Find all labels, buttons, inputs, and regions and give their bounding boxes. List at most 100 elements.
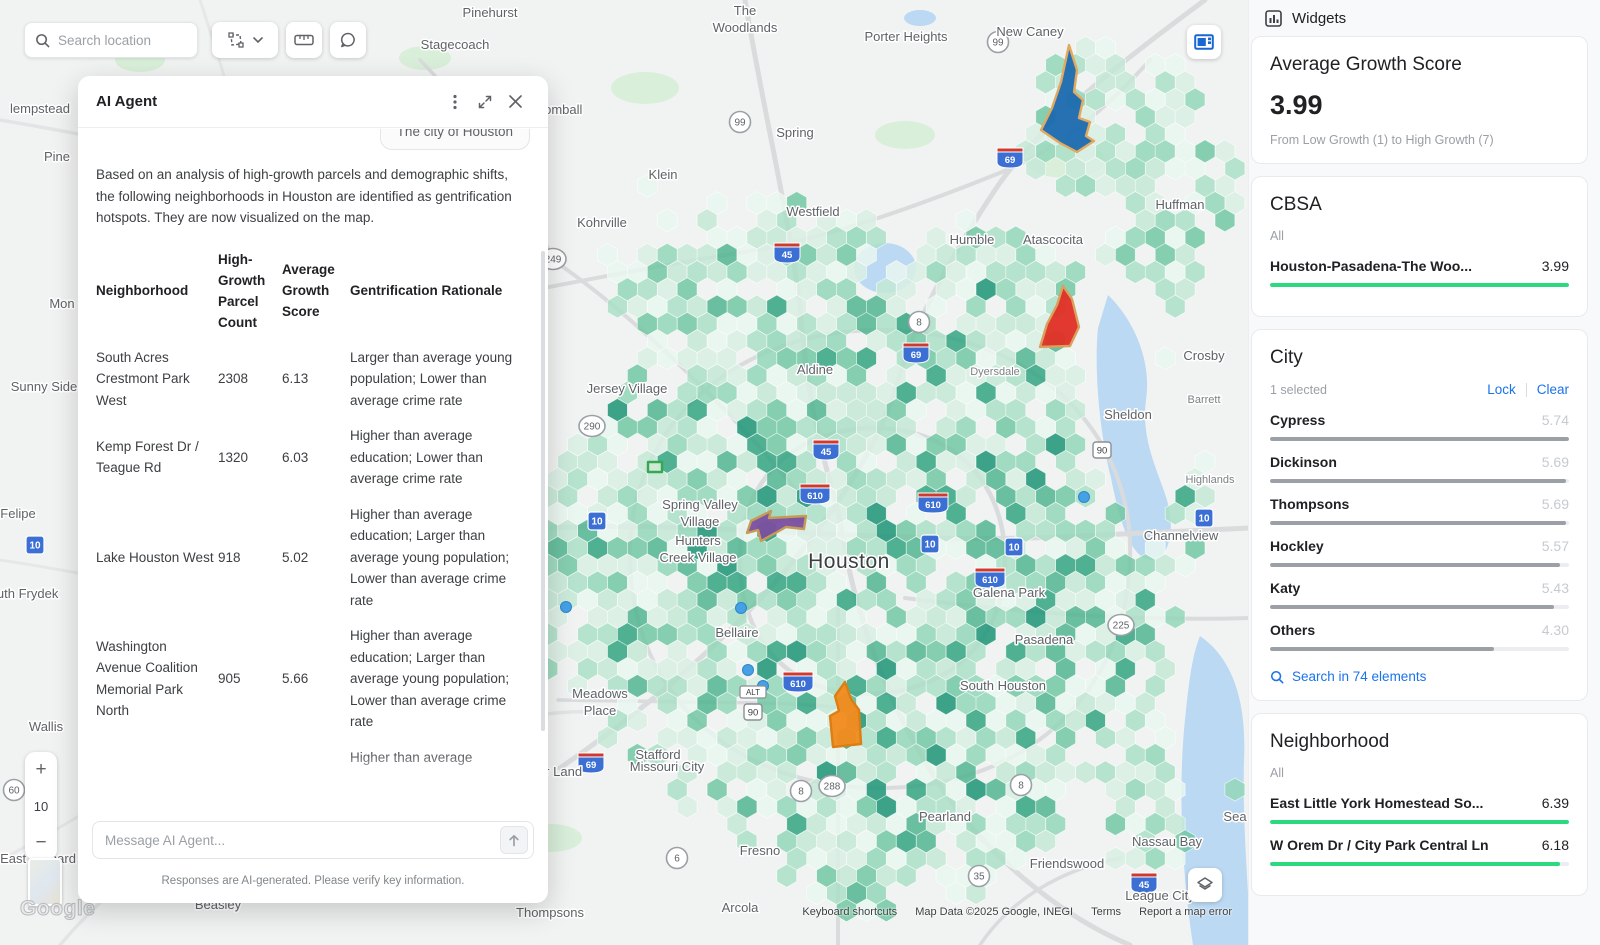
ai-agent-conversation[interactable]: The city of Houston Based on an analysis… [78, 129, 548, 791]
svg-text:90: 90 [748, 708, 759, 719]
table-cell: Kemp Forest Dr / Teague Rd [96, 417, 214, 496]
send-arrow-icon [508, 834, 520, 847]
map-label: Spring [776, 125, 814, 140]
metric-row[interactable]: Hockley5.57 [1270, 538, 1569, 567]
map-label: Dyersdale [970, 366, 1020, 378]
map-label: South Houston [960, 678, 1046, 693]
svg-text:8: 8 [1018, 781, 1024, 792]
neighborhood-card: Neighborhood All East Little York Homest… [1251, 713, 1588, 896]
road-shield-225: 225 [1108, 615, 1134, 636]
map-label: Houston [808, 550, 890, 573]
road-shield-99: 99 [730, 112, 751, 133]
app-root: 9999249290456969456106106106106945101010… [0, 0, 1600, 945]
city-lock-link[interactable]: Lock [1487, 382, 1516, 397]
city-clear-link[interactable]: Clear [1537, 382, 1569, 397]
cbsa-title: CBSA [1270, 194, 1569, 216]
map-dot[interactable] [561, 602, 572, 613]
road-shield-35: 35 [969, 866, 990, 887]
map-label: outh Frydek [0, 586, 59, 601]
metric-row[interactable]: Houston-Pasadena-The Woo...3.99 [1270, 258, 1569, 287]
road-shield-10: 10 [588, 512, 606, 530]
widgets-header: Widgets [1251, 0, 1588, 36]
metric-value: 5.74 [1542, 412, 1569, 428]
layers-button[interactable] [1188, 868, 1222, 902]
map-label: Sea [1223, 809, 1247, 824]
metric-row[interactable]: East Little York Homestead So... 6.39 [1270, 795, 1569, 824]
measure-button[interactable] [286, 22, 322, 58]
metric-row[interactable]: Others4.30 [1270, 622, 1569, 651]
metric-value: 6.39 [1542, 795, 1569, 811]
keyboard-shortcuts-link[interactable]: Keyboard shortcuts [802, 906, 897, 918]
metric-name: Katy [1270, 580, 1300, 596]
water-body [904, 10, 936, 26]
ai-message-input-bar [92, 821, 534, 859]
panel-layout-icon [1194, 34, 1214, 50]
zoom-in-button[interactable]: + [35, 760, 46, 779]
expand-icon [478, 95, 492, 109]
map-label: Creek Village [659, 550, 736, 565]
draw-polygon-button[interactable] [212, 22, 278, 58]
road-shield-10: 10 [1195, 509, 1213, 527]
metric-row[interactable]: W Orem Dr / City Park Central Ln6.18 [1270, 837, 1569, 866]
map-label: Klein [649, 167, 678, 182]
metric-name: Cypress [1270, 412, 1325, 428]
close-icon [509, 95, 522, 108]
map-label: League City [1125, 888, 1195, 903]
table-cell: 918 [218, 496, 278, 618]
toggle-widgets-panel-button[interactable] [1187, 25, 1221, 59]
map-label: Mon [49, 296, 74, 311]
metric-row[interactable]: Dickinson5.69 [1270, 454, 1569, 483]
widgets-sidebar: Widgets Average Growth Score 3.99 From L… [1248, 0, 1600, 945]
ai-message-input[interactable] [105, 833, 492, 848]
metric-name: East Little York Homestead So... [1270, 795, 1483, 811]
highlight-polygon-green[interactable] [648, 462, 662, 472]
park-area [611, 72, 679, 104]
ai-agent-header: AI Agent [78, 76, 548, 128]
svg-text:45: 45 [821, 447, 832, 458]
search-icon [1270, 670, 1284, 684]
search-input[interactable] [58, 33, 178, 48]
metric-row[interactable]: Cypress 5.74 [1270, 412, 1569, 441]
ai-panel-scrollbar[interactable] [541, 251, 545, 731]
svg-text:6: 6 [674, 854, 680, 865]
table-cell [218, 739, 278, 775]
table-cell: 1320 [218, 417, 278, 496]
map-label: Highlands [1186, 474, 1235, 486]
close-button[interactable] [500, 87, 530, 117]
map-label: Spring Valley [662, 497, 738, 512]
svg-text:10: 10 [29, 541, 41, 552]
map-dot[interactable] [736, 603, 747, 614]
map-dot[interactable] [1079, 492, 1090, 503]
metric-row[interactable]: Thompsons5.69 [1270, 496, 1569, 525]
svg-text:288: 288 [824, 782, 841, 793]
road-shield-8: 8 [909, 312, 930, 333]
map-label: Channelview [1144, 528, 1219, 543]
zoom-out-button[interactable]: − [35, 833, 46, 852]
map-label: Nassau Bay [1132, 834, 1203, 849]
chat-button[interactable] [330, 22, 366, 58]
report-error-link[interactable]: Report a map error [1139, 906, 1232, 918]
metric-bar [1270, 647, 1569, 651]
search-box[interactable] [24, 22, 198, 58]
city-search-link[interactable]: Search in 74 elements [1270, 669, 1569, 684]
map-label: Crosby [1183, 348, 1225, 363]
send-button[interactable] [500, 826, 528, 854]
terms-link[interactable]: Terms [1091, 906, 1121, 918]
metric-row[interactable]: Katy5.43 [1270, 580, 1569, 609]
cbsa-rows: Houston-Pasadena-The Woo...3.99 [1270, 258, 1569, 287]
expand-button[interactable] [470, 87, 500, 117]
map-label: Pine [44, 149, 70, 164]
road-shield-69: 69 [903, 343, 929, 363]
park-area [875, 121, 935, 149]
map-dot[interactable] [743, 665, 754, 676]
table-cell: 6.13 [282, 339, 346, 418]
metric-name: Hockley [1270, 538, 1324, 554]
map-label: Place [584, 703, 617, 718]
table-cell: Higher than average education; Larger th… [350, 617, 530, 739]
metric-bar [1270, 479, 1569, 483]
avg-growth-score-card: Average Growth Score 3.99 From Low Growt… [1251, 36, 1588, 164]
more-options-button[interactable] [440, 87, 470, 117]
neighborhood-rows: East Little York Homestead So... 6.39 W Or… [1270, 795, 1569, 866]
map-label: Pearland [919, 809, 971, 824]
table-cell: Higher than average education; Larger th… [350, 496, 530, 618]
